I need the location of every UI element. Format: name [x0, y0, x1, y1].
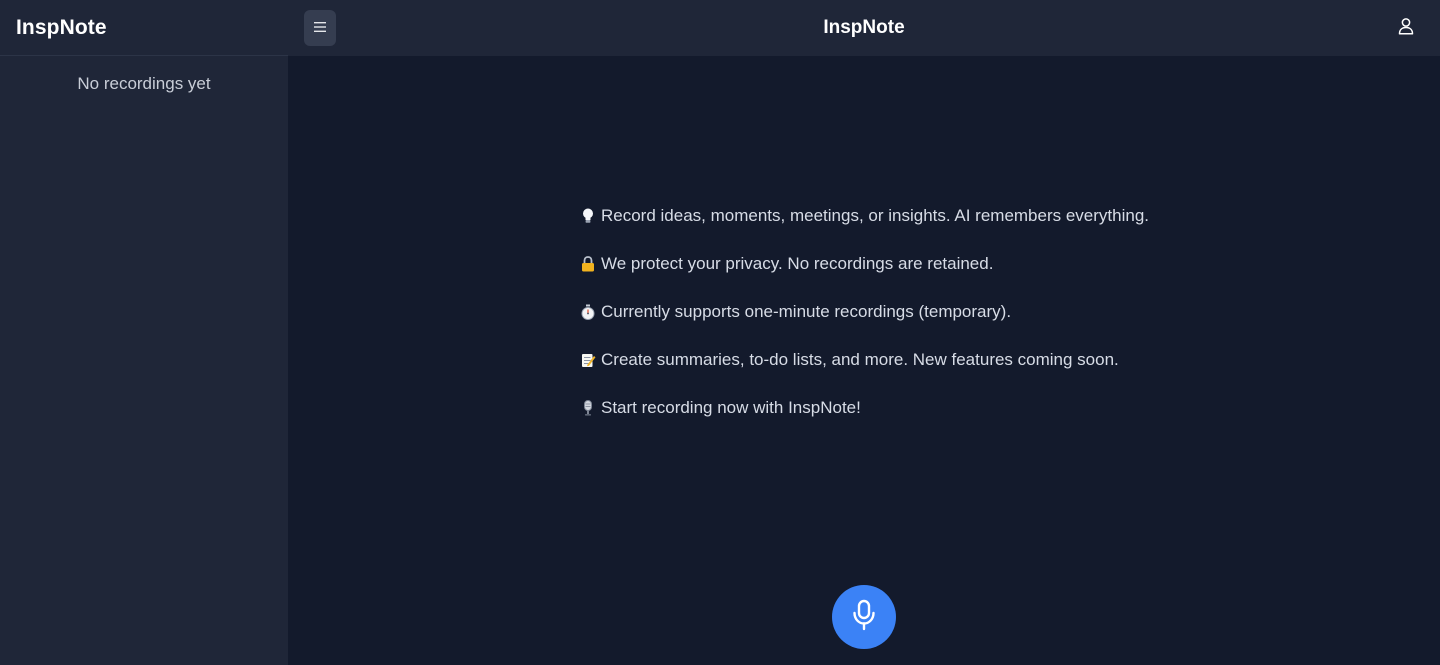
intro-text: Record ideas, moments, meetings, or insi…	[601, 206, 1150, 225]
top-bar: InspNote	[288, 0, 1440, 56]
intro-item-summaries: Create summaries, to-do lists, and more.…	[580, 350, 1149, 370]
intro-text: Create summaries, to-do lists, and more.…	[601, 350, 1119, 369]
menu-button[interactable]	[304, 10, 336, 46]
intro-item-one-minute: Currently supports one-minute recordings…	[580, 302, 1149, 322]
microphone-emoji-icon	[580, 400, 596, 416]
sidebar-title: InspNote	[16, 15, 107, 39]
sidebar: InspNote No recordings yet	[0, 0, 288, 665]
sidebar-header: InspNote	[0, 0, 288, 56]
record-button[interactable]	[832, 585, 896, 649]
menu-icon	[314, 19, 326, 37]
lightbulb-icon	[580, 208, 596, 224]
user-icon	[1397, 17, 1415, 40]
intro-item-privacy: We protect your privacy. No recordings a…	[580, 254, 1149, 274]
intro-text: Currently supports one-minute recordings…	[601, 302, 1012, 321]
intro-text: Start recording now with InspNote!	[601, 398, 861, 417]
main-content: Record ideas, moments, meetings, or insi…	[288, 56, 1440, 665]
user-profile-button[interactable]	[1394, 16, 1418, 40]
intro-item-start-recording: Start recording now with InspNote!	[580, 398, 1149, 418]
microphone-icon	[851, 599, 877, 636]
empty-recordings-message: No recordings yet	[77, 74, 211, 93]
intro-list: Record ideas, moments, meetings, or insi…	[580, 206, 1149, 446]
app-window: InspNote No recordings yet InspNote Reco…	[0, 0, 1440, 665]
memo-icon	[580, 352, 596, 368]
intro-item-record-ideas: Record ideas, moments, meetings, or insi…	[580, 206, 1149, 226]
stopwatch-icon	[580, 304, 596, 320]
app-title: InspNote	[823, 17, 905, 38]
lock-icon	[580, 256, 596, 272]
intro-text: We protect your privacy. No recordings a…	[601, 254, 994, 273]
